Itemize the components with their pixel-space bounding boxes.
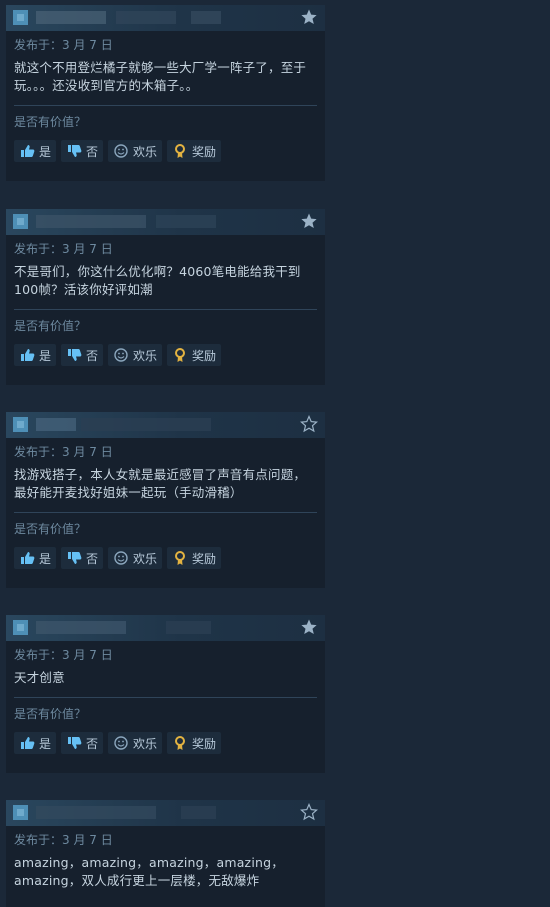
star-outline-icon[interactable] [300, 415, 318, 433]
avatar[interactable] [13, 10, 28, 25]
thumbs-down-icon [68, 552, 82, 564]
redacted-username [191, 11, 221, 24]
vote-no-label: 否 [86, 736, 99, 751]
review-text: 就这个不用登烂橘子就够一些大厂学一阵子了，至于玩。。。还没收到官方的木箱子。。 [14, 60, 307, 93]
review-card: 发布于：3 月 7 日 amazing，amazing，amazing，amaz… [6, 800, 325, 907]
avatar[interactable] [13, 417, 28, 432]
redacted-username [36, 806, 156, 819]
review-card: 发布于：3 月 7 日 天才创意 是否有价值？ 是 否 欢乐 奖励 [6, 615, 325, 773]
vote-no-button[interactable]: 否 [61, 140, 104, 162]
star-icon[interactable] [300, 618, 318, 636]
award-label: 奖励 [192, 551, 217, 566]
vote-yes-button[interactable]: 是 [14, 547, 57, 569]
vote-yes-button[interactable]: 是 [14, 732, 57, 754]
vote-funny-button[interactable]: 欢乐 [108, 140, 163, 162]
vote-yes-button[interactable]: 是 [14, 344, 57, 366]
vote-yes-label: 是 [39, 551, 52, 566]
review-header [6, 412, 325, 438]
redacted-username [36, 215, 146, 228]
redacted-username [36, 621, 126, 634]
smiley-icon [114, 551, 128, 565]
vote-yes-button[interactable]: 是 [14, 140, 57, 162]
award-label: 奖励 [192, 348, 217, 363]
review-text: amazing，amazing，amazing，amazing，amazing，… [14, 855, 284, 888]
thumbs-down-icon [68, 145, 82, 157]
smiley-icon [114, 144, 128, 158]
redacted-username [166, 621, 211, 634]
award-ribbon-icon [175, 736, 186, 750]
vote-no-label: 否 [86, 144, 99, 159]
avatar[interactable] [13, 214, 28, 229]
smiley-icon [114, 736, 128, 750]
helpful-question: 是否有价值？ [14, 319, 87, 333]
posted-date: 发布于：3 月 7 日 [14, 38, 113, 52]
award-ribbon-icon [175, 144, 186, 158]
posted-date: 发布于：3 月 7 日 [14, 833, 113, 847]
thumbs-up-icon [21, 737, 35, 749]
divider [14, 105, 317, 106]
posted-date: 发布于：3 月 7 日 [14, 445, 113, 459]
thumbs-up-icon [21, 552, 35, 564]
star-outline-icon[interactable] [300, 803, 318, 821]
vote-no-button[interactable]: 否 [61, 344, 104, 366]
posted-date: 发布于：3 月 7 日 [14, 648, 113, 662]
vote-no-button[interactable]: 否 [61, 732, 104, 754]
thumbs-up-icon [21, 145, 35, 157]
avatar[interactable] [13, 620, 28, 635]
review-text: 天才创意 [14, 670, 65, 685]
review-text: 不是哥们，你这什么优化啊？4060笔电能给我干到100帧？活该你好评如潮 [14, 264, 301, 297]
review-card: 发布于：3 月 7 日 找游戏搭子，本人女就是最近感冒了声音有点问题，最好能开麦… [6, 412, 325, 588]
award-button[interactable]: 奖励 [167, 344, 222, 366]
star-icon[interactable] [300, 212, 318, 230]
review-header [6, 5, 325, 31]
thumbs-down-icon [68, 737, 82, 749]
vote-no-label: 否 [86, 348, 99, 363]
award-button[interactable]: 奖励 [167, 140, 222, 162]
vote-no-label: 否 [86, 551, 99, 566]
redacted-username [116, 11, 176, 24]
star-icon[interactable] [300, 8, 318, 26]
vote-yes-label: 是 [39, 736, 52, 751]
divider [14, 697, 317, 698]
helpful-question: 是否有价值？ [14, 707, 87, 721]
review-header [6, 209, 325, 235]
award-button[interactable]: 奖励 [167, 547, 222, 569]
vote-yes-label: 是 [39, 144, 52, 159]
award-button[interactable]: 奖励 [167, 732, 222, 754]
posted-date: 发布于：3 月 7 日 [14, 242, 113, 256]
divider [14, 512, 317, 513]
vote-yes-label: 是 [39, 348, 52, 363]
review-header [6, 615, 325, 641]
award-label: 奖励 [192, 736, 217, 751]
avatar[interactable] [13, 805, 28, 820]
vote-funny-label: 欢乐 [133, 551, 158, 566]
redacted-username [36, 418, 76, 431]
redacted-username [156, 215, 216, 228]
redacted-username [36, 11, 106, 24]
helpful-question: 是否有价值？ [14, 522, 87, 536]
vote-no-button[interactable]: 否 [61, 547, 104, 569]
thumbs-down-icon [68, 349, 82, 361]
vote-funny-button[interactable]: 欢乐 [108, 344, 163, 366]
smiley-icon [114, 348, 128, 362]
review-text: 找游戏搭子，本人女就是最近感冒了声音有点问题，最好能开麦找好姐妹一起玩（手动滑稽… [14, 467, 307, 500]
review-header [6, 800, 325, 826]
vote-funny-label: 欢乐 [133, 144, 158, 159]
award-label: 奖励 [192, 144, 217, 159]
award-ribbon-icon [175, 551, 186, 565]
award-ribbon-icon [175, 348, 186, 362]
vote-funny-button[interactable]: 欢乐 [108, 732, 163, 754]
vote-funny-button[interactable]: 欢乐 [108, 547, 163, 569]
divider [14, 309, 317, 310]
thumbs-up-icon [21, 349, 35, 361]
vote-funny-label: 欢乐 [133, 348, 158, 363]
redacted-username [181, 806, 216, 819]
helpful-question: 是否有价值？ [14, 115, 87, 129]
vote-funny-label: 欢乐 [133, 736, 158, 751]
review-card: 发布于：3 月 7 日 不是哥们，你这什么优化啊？4060笔电能给我干到100帧… [6, 209, 325, 385]
redacted-username [81, 418, 211, 431]
review-card: 发布于：3 月 7 日 就这个不用登烂橘子就够一些大厂学一阵子了，至于玩。。。还… [6, 5, 325, 181]
